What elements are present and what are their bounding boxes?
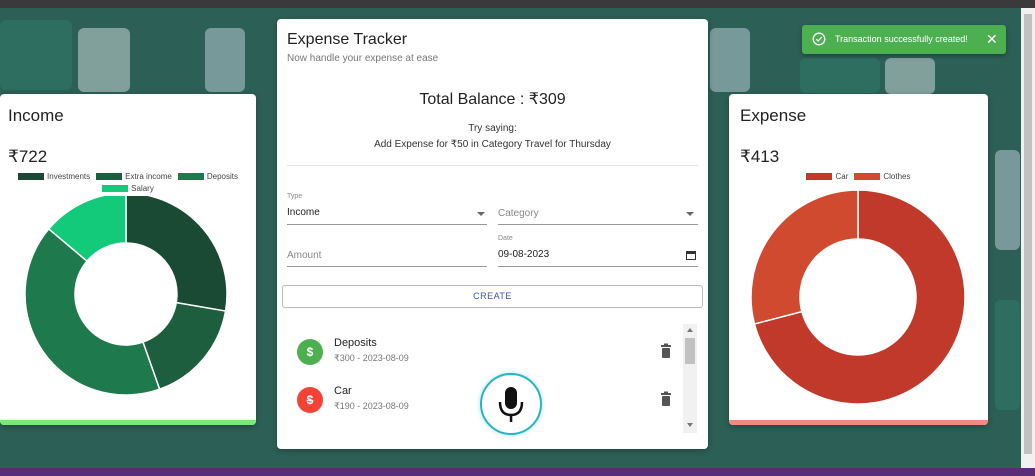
voice-example: Add Expense for ₹50 in Category Travel f…	[374, 139, 611, 150]
calendar-icon[interactable]	[686, 250, 696, 260]
transaction-detail: ₹300 - 2023-08-09	[334, 353, 409, 363]
legend-item: Investments	[18, 172, 90, 181]
amount-placeholder: Amount	[287, 250, 322, 261]
chevron-down-icon	[686, 212, 694, 216]
phone-illustration	[205, 28, 245, 92]
donut-slice-investments	[125, 196, 228, 312]
success-toast: Transaction successfully created! ✕	[802, 25, 1006, 54]
list-scrollbar[interactable]	[683, 324, 697, 433]
legend-item: Car	[806, 172, 848, 181]
scroll-down-icon[interactable]	[687, 423, 693, 427]
calculator-illustration	[885, 58, 935, 94]
total-balance: Total Balance : ₹309	[419, 91, 566, 108]
background-decoration	[800, 58, 880, 93]
legend-swatch	[18, 173, 45, 180]
legend-swatch	[102, 185, 129, 192]
expense-card: Expense ₹413 Car Clothes	[729, 94, 988, 425]
transaction-item: $ Deposits ₹300 - 2023-08-09	[297, 335, 677, 371]
divider	[287, 165, 698, 166]
dollar-off-icon: $	[297, 387, 323, 413]
calculator-illustration	[78, 28, 130, 92]
date-value: 09-08-2023	[498, 249, 550, 260]
legend-swatch	[96, 173, 123, 180]
category-placeholder: Category	[498, 208, 539, 219]
browser-top-strip	[0, 0, 1035, 8]
transaction-name: Deposits	[334, 337, 377, 349]
close-icon[interactable]: ✕	[986, 31, 998, 47]
expense-title: Expense	[740, 106, 807, 125]
taskbar-strip	[0, 468, 1035, 476]
income-amount: ₹722	[8, 147, 48, 166]
transaction-name: Car	[334, 385, 352, 397]
background-decoration	[0, 20, 72, 90]
income-card: Income ₹722 Investments Extra income Depos…	[0, 94, 256, 425]
legend-label: Car	[835, 172, 849, 181]
dollar-icon: $	[297, 339, 323, 365]
date-input[interactable]: Date 09-08-2023	[498, 235, 698, 267]
expense-donut-chart	[750, 189, 966, 405]
legend-label: Investments	[47, 172, 91, 181]
expense-bar	[729, 420, 988, 425]
background-decoration	[995, 150, 1020, 250]
legend-label: Deposits	[206, 172, 238, 181]
donut-slice-clothes	[750, 189, 859, 325]
try-saying-label: Try saying:	[468, 123, 517, 134]
type-select[interactable]: Type Income	[287, 193, 487, 225]
category-select[interactable]: Category	[498, 193, 698, 225]
income-title: Income	[8, 106, 64, 125]
legend-item: Salary	[102, 184, 154, 193]
scroll-thumb[interactable]	[685, 338, 695, 364]
check-circle-icon	[812, 32, 826, 46]
expense-amount: ₹413	[740, 147, 780, 166]
transaction-detail: ₹190 - 2023-08-09	[334, 401, 409, 411]
type-label: Type	[287, 193, 303, 200]
delete-icon[interactable]	[658, 391, 674, 407]
page-scrollbar[interactable]	[1021, 8, 1035, 468]
legend-item: Clothes	[854, 172, 911, 181]
tracker-subtitle: Now handle your expense at ease	[287, 53, 439, 64]
legend-label: Extra income	[125, 172, 172, 181]
chevron-down-icon	[477, 212, 485, 216]
income-legend: Investments Extra income Deposits Salary	[6, 172, 250, 193]
expense-legend: Car Clothes	[735, 172, 982, 181]
background-decoration	[710, 28, 750, 92]
legend-swatch	[177, 173, 204, 180]
income-donut-chart	[24, 196, 228, 396]
legend-label: Clothes	[883, 172, 911, 181]
amount-input[interactable]: Amount	[287, 235, 487, 267]
scroll-up-icon[interactable]	[687, 328, 693, 332]
page-scroll-thumb[interactable]	[1024, 14, 1032, 454]
income-bar	[0, 420, 256, 425]
microphone-icon	[498, 387, 524, 422]
background-decoration	[995, 300, 1020, 410]
date-label: Date	[498, 235, 513, 242]
legend-label: Salary	[131, 184, 154, 193]
microphone-button[interactable]	[480, 373, 542, 435]
expense-tracker-card: Expense Tracker Now handle your expense …	[277, 19, 708, 449]
legend-swatch	[806, 173, 833, 180]
legend-item: Extra income	[96, 172, 172, 181]
create-button[interactable]: CREATE	[282, 285, 703, 308]
delete-icon[interactable]	[658, 343, 674, 359]
tracker-title: Expense Tracker	[287, 31, 408, 48]
toast-message: Transaction successfully created!	[835, 34, 968, 44]
type-value: Income	[287, 207, 320, 218]
legend-swatch	[854, 173, 881, 180]
legend-item: Deposits	[177, 172, 238, 181]
